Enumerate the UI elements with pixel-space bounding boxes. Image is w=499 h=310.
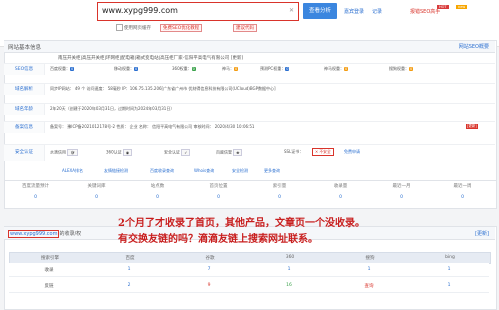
tool-alexa[interactable]: ALEXA排名 xyxy=(62,168,83,174)
security-row-label: 安全认证 xyxy=(4,145,45,161)
pc-weight[interactable]: 预测PC权重：0 xyxy=(260,66,290,72)
dns-row-label: 域名解析 xyxy=(4,84,45,95)
seo-overview-link[interactable]: 网站SEO概要 xyxy=(459,43,489,50)
ssl-unsafe-badge: ✕ 不安全 xyxy=(312,148,334,156)
ssl-cert: SSL证书： xyxy=(284,149,304,154)
stat-header: 最近一周 xyxy=(453,184,472,189)
shenma-weight[interactable]: 神马权重：0 xyxy=(324,66,349,72)
dns-row: 域名解析 同步IP网站： 49 个 访问速度： 58毫秒 IP：106.75.1… xyxy=(4,83,495,95)
stat-header: 关键词库 xyxy=(87,184,106,189)
icp-row-label: 备案信息 xyxy=(4,122,45,133)
index-panel-url: www.xypg999.com xyxy=(8,230,60,238)
panel-title: 网站基本信息 xyxy=(8,45,42,51)
stat-value[interactable]: 0 xyxy=(5,195,66,200)
hot-badge: HOT xyxy=(437,5,449,9)
cell-value[interactable]: 查询 xyxy=(329,283,409,289)
360-icon: ◉ xyxy=(122,149,133,156)
safety-cert[interactable]: 安全认证 ✓ xyxy=(164,149,191,156)
security-row: 安全认证 水滴信用 🛡 360认证 ◉ 安全认证 ✓ 百度信誉 ❀ SSL证书：… xyxy=(4,144,495,161)
stat-header: 最近一月 xyxy=(392,184,411,189)
stat-value[interactable]: 0 xyxy=(66,195,127,200)
cell-value[interactable]: 1 xyxy=(409,267,489,272)
clear-icon[interactable]: ✕ xyxy=(289,7,294,14)
seo-tutorial-link[interactable]: 免费SEO优化教程 xyxy=(160,24,203,32)
dns-info: 同步IP网站： 49 个 访问速度： 58毫秒 IP：106.75.135.20… xyxy=(50,86,276,91)
index-col-header: 搜狗 xyxy=(365,256,375,261)
stat-value[interactable]: 0 xyxy=(127,195,188,200)
tool-whois[interactable]: Whois查询 xyxy=(194,168,214,174)
history-link[interactable]: 记录 xyxy=(372,8,382,15)
stat-value[interactable]: 0 xyxy=(432,195,493,200)
stat-header: 百度流量预计 xyxy=(22,184,49,189)
check-icon: ✓ xyxy=(181,149,191,156)
paw-icon: ❀ xyxy=(233,149,243,156)
stats-table: 百度流量预计 关键词库 站点数 首页位置 索引量 收录量 最近一月 最近一周 0… xyxy=(4,180,497,209)
cell-value[interactable]: 1 xyxy=(409,283,489,288)
index-panel-title: www.xypg999.com 的收录/权 xyxy=(8,230,82,238)
tool-more[interactable]: 更多查询 xyxy=(264,168,280,174)
tool-baidu-index[interactable]: 百度收录查询 xyxy=(150,168,174,174)
annotation-line-2: 有交换友链的吗？滴滴友链上搜索网址联系。 xyxy=(118,234,318,245)
stat-header: 收录量 xyxy=(333,184,348,189)
code-link[interactable]: 建议代码 xyxy=(233,24,257,32)
index-col-header: 360 xyxy=(285,255,295,260)
stat-value[interactable]: 0 xyxy=(188,195,249,200)
domain-age-info: 2年20天（创建于2020年03月31日，过期时间为2024年03月31日） xyxy=(50,106,175,111)
search-button[interactable]: 查看分析 xyxy=(303,3,337,19)
icp-update-button[interactable]: [更新] xyxy=(466,124,478,129)
mobile-weight[interactable]: 移动权重：0 xyxy=(114,66,139,72)
tool-security[interactable]: 安全检测 xyxy=(232,168,248,174)
cell-value[interactable]: 9 xyxy=(169,283,249,288)
cell-value[interactable]: 7 xyxy=(169,267,249,272)
free-apply-link[interactable]: 免费申请 xyxy=(344,149,360,155)
sogou-weight[interactable]: 搜狗权重：0 xyxy=(389,66,414,72)
stat-value[interactable]: 0 xyxy=(310,195,371,200)
cache-label: 使用网页缓存 xyxy=(124,26,151,31)
shield-icon: 🛡 xyxy=(67,149,79,156)
cache-option[interactable]: 使用网页缓存 xyxy=(116,24,151,31)
cache-checkbox[interactable] xyxy=(116,24,123,31)
icp-info: 备案号： 豫ICP备2021012178号-2 性质： 企业 名称： 信阳平高电… xyxy=(50,124,255,129)
site-description: 南压开关柜|高压开关柜|环网柜|配电箱|箱式变电站|高压柜厂家-信阳平高电气有限… xyxy=(58,56,244,61)
panel-title-bar: 网站基本信息 网站SEO概要 xyxy=(4,41,495,53)
baidu-weight[interactable]: 百度权重：0 xyxy=(50,66,75,72)
login-link[interactable]: 嘉宾登录 xyxy=(344,8,364,15)
age-row-label: 域名年龄 xyxy=(4,104,45,115)
search-input[interactable]: www.xypg999.com ✕ xyxy=(97,2,299,21)
row-label: 反链 xyxy=(44,284,54,289)
cell-value[interactable]: 2 xyxy=(89,283,169,288)
stat-value[interactable]: 0 xyxy=(249,195,310,200)
index-col-header: 谷歌 xyxy=(205,256,215,261)
shenma[interactable]: 神马：0 xyxy=(222,66,239,72)
index-update-link[interactable]: [更新] xyxy=(475,230,489,237)
360-weight[interactable]: 360权重：0 xyxy=(172,66,196,72)
annotation-line-1: 2个月了才收录了首页，其他产品，文章页一个没收录。 xyxy=(118,218,365,229)
water-credit[interactable]: 水滴信用 🛡 xyxy=(50,149,79,156)
seo-expert-link[interactable]: 报错SEO高手 xyxy=(410,8,440,15)
domain-age-row: 域名年龄 2年20天（创建于2020年03月31日，过期时间为2024年03月3… xyxy=(4,103,495,115)
tools-row: ALEXA排名 友情链接检测 百度收录查询 Whois查询 安全检测 更多查询 xyxy=(4,166,495,176)
cell-value[interactable]: 1 xyxy=(329,267,409,272)
icp-row: 备案信息 备案号： 豫ICP备2021012178号-2 性质： 企业 名称： … xyxy=(4,121,495,133)
cell-value[interactable]: 1 xyxy=(249,267,329,272)
cell-value[interactable]: 1 xyxy=(89,267,169,272)
seo-row: SEO信息 百度权重：0 移动权重：0 360权重：0 神马：0 预测PC权重：… xyxy=(4,63,495,75)
stat-header: 索引量 xyxy=(272,184,287,189)
cell-value[interactable]: 16 xyxy=(249,283,329,288)
index-col-header: 百度 xyxy=(125,256,135,261)
stat-header: 首页位置 xyxy=(209,184,228,189)
stat-value[interactable]: 0 xyxy=(371,195,432,200)
seo-row-label: SEO信息 xyxy=(4,64,45,75)
table-row: 收录 1 7 1 1 1 xyxy=(9,263,489,277)
new-badge: new xyxy=(456,5,468,9)
tool-friendlink[interactable]: 友情链接检测 xyxy=(104,168,128,174)
table-row: 反链 2 9 16 查询 1 xyxy=(9,279,489,293)
search-input-value: www.xypg999.com xyxy=(102,6,178,15)
baidu-credit[interactable]: 百度信誉 ❀ xyxy=(216,149,243,156)
row-label: 收录 xyxy=(44,268,54,273)
360-cert[interactable]: 360认证 ◉ xyxy=(106,149,133,156)
index-col-header: 搜索引擎 xyxy=(41,256,59,261)
stat-header: 站点数 xyxy=(150,184,165,189)
index-col-header: bing xyxy=(445,255,455,260)
